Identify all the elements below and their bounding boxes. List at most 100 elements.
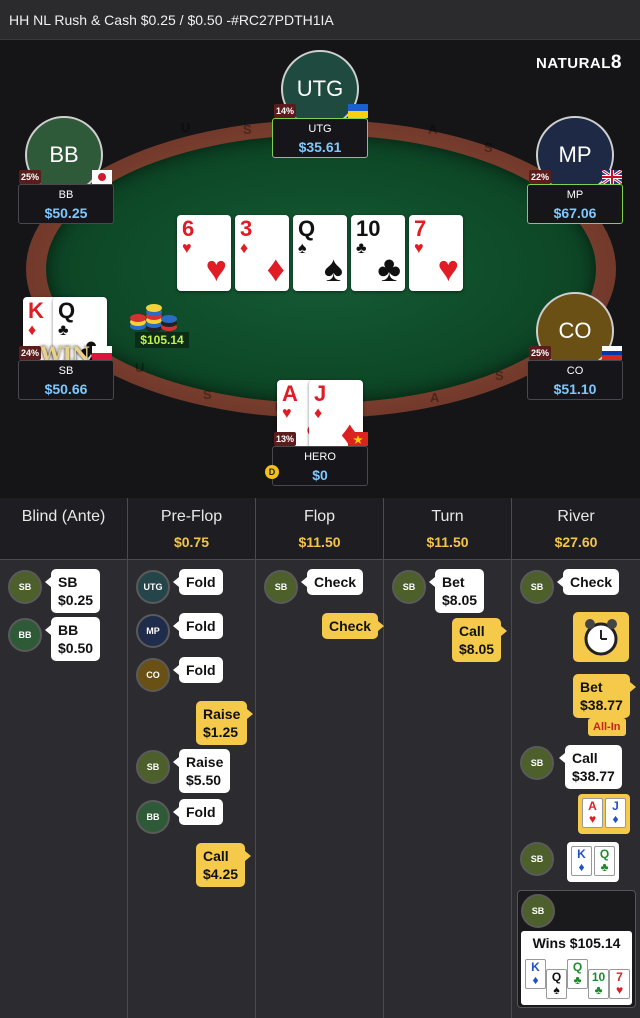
mini-card: 10 ♣ — [588, 969, 609, 999]
action-bubble: BB $0.50 — [45, 617, 101, 661]
seat-chip-bb: BB — [136, 800, 170, 834]
board-card: 7 ♥ ♥ — [409, 215, 463, 291]
seat-name: MP — [566, 189, 584, 201]
action-bubble: Check — [557, 569, 620, 595]
vietnam-flag-icon — [348, 432, 368, 446]
seat-chip-sb: SB — [136, 750, 170, 784]
rail-letter: S — [243, 122, 252, 137]
action-bubble: Fold — [173, 569, 223, 595]
board-card: 6 ♥ ♥ — [177, 215, 231, 291]
action-bubble: Fold — [173, 657, 223, 683]
mini-card: Q ♣ — [594, 846, 615, 876]
time-bank-icon — [573, 612, 629, 662]
seat-stack: $50.66 — [44, 381, 88, 397]
rail-letter: U — [181, 120, 191, 135]
mini-card: A ♥ — [582, 798, 603, 828]
action-bubble: Call $38.77 — [559, 745, 622, 789]
seat-name: CO — [566, 365, 584, 377]
all-in-badge: All-In — [588, 718, 626, 736]
seat-chip-sb: SB — [520, 570, 554, 604]
chip-stack-icon — [130, 304, 177, 332]
seat-plate-hero[interactable]: HERO $0 — [272, 446, 368, 486]
board-card: 3 ♦ ♦ — [235, 215, 289, 291]
seat-percent: 13% — [274, 432, 296, 446]
hero-action-bubble: Raise $1.25 — [196, 701, 254, 745]
mini-card: K ♦ — [525, 959, 546, 989]
seat-stack: $0 — [312, 467, 328, 483]
seat-chip-sb: SB — [520, 746, 554, 780]
seat-chip-sb: SB — [392, 570, 426, 604]
seat-percent: 22% — [529, 170, 551, 184]
rail-letter: S — [495, 368, 504, 383]
board-card: Q ♠ ♠ — [293, 215, 347, 291]
hero-action-bubble: Call $4.25 — [196, 843, 252, 887]
mini-card: Q ♠ — [546, 969, 567, 999]
rail-letter: S — [203, 387, 212, 402]
rail-letter: S — [484, 140, 493, 155]
russia-flag-icon — [602, 346, 622, 360]
seat-chip-sb: SB — [520, 842, 554, 876]
street-header-river: River $27.60 — [512, 498, 640, 560]
poland-flag-icon — [92, 346, 112, 360]
seat-chip-bb: BB — [8, 618, 42, 652]
street-header-flop: Flop $11.50 — [256, 498, 384, 560]
mini-card: 7 ♥ — [609, 969, 630, 999]
seat-percent: 24% — [19, 346, 41, 360]
seat-plate-bb[interactable]: BB $50.25 — [18, 184, 114, 224]
seat-stack: $67.06 — [553, 205, 597, 221]
seat-chip-utg: UTG — [136, 570, 170, 604]
dealer-button-icon: D — [265, 465, 279, 479]
seat-chip-sb: SB — [8, 570, 42, 604]
action-bubble: Check — [301, 569, 364, 595]
seat-percent: 25% — [19, 170, 41, 184]
japan-flag-icon — [92, 170, 112, 184]
hero-action-bubble: Call $8.05 — [452, 618, 508, 662]
sb-shown-cards: K ♦ Q ♣ — [567, 842, 619, 882]
hero-action-bubble: Bet $38.77 — [573, 674, 636, 718]
pot-amount: $105.14 — [135, 332, 189, 348]
action-bubble: Bet $8.05 — [429, 569, 485, 613]
seat-chip-sb: SB — [264, 570, 298, 604]
title-bar: HH NL Rush & Cash $0.25 / $0.50 -#RC27PD… — [0, 0, 640, 40]
action-bubble: SB $0.25 — [45, 569, 101, 613]
seat-chip-sb: SB — [521, 894, 555, 928]
seat-stack: $51.10 — [553, 381, 597, 397]
wins-amount: Wins $105.14 — [532, 935, 621, 951]
hero-shown-cards: A ♥ J ♦ — [578, 794, 630, 834]
uk-flag-icon — [602, 170, 622, 184]
seat-name: HERO — [304, 451, 336, 463]
seat-plate-mp[interactable]: MP $67.06 — [527, 184, 623, 224]
street-header-blind: Blind (Ante) — [0, 498, 128, 560]
seat-chip-mp: MP — [136, 614, 170, 648]
seat-name: SB — [58, 365, 74, 377]
seat-plate-sb[interactable]: SB $50.66 — [18, 360, 114, 400]
action-bubble: Fold — [173, 799, 223, 825]
action-bubble: Raise $5.50 — [173, 749, 231, 793]
seat-name: UTG — [308, 123, 332, 135]
mini-card: J ♦ — [605, 798, 626, 828]
brand-logo: NATURAL8 — [536, 52, 622, 73]
seat-percent: 25% — [529, 346, 551, 360]
seat-stack: $35.61 — [298, 139, 342, 155]
window-title: HH NL Rush & Cash $0.25 / $0.50 -#RC27PD… — [9, 12, 334, 28]
hero-action-bubble: Check — [322, 613, 385, 639]
rail-letter: A — [430, 390, 440, 405]
seat-percent: 14% — [274, 104, 296, 118]
ukraine-flag-icon — [348, 104, 368, 118]
seat-chip-co: CO — [136, 658, 170, 692]
seat-stack: $50.25 — [44, 205, 88, 221]
rail-letter: U — [135, 360, 145, 375]
mini-card: Q ♣ — [567, 959, 588, 989]
seat-plate-co[interactable]: CO $51.10 — [527, 360, 623, 400]
seat-name: BB — [58, 189, 74, 201]
mini-card: K ♦ — [571, 846, 592, 876]
board-card: 10 ♣ ♣ — [351, 215, 405, 291]
rail-letter: A — [428, 122, 438, 137]
winner-box: SB Wins $105.14 K ♦ Q ♠ Q ♣ 10 ♣ 7 ♥ — [517, 890, 636, 1008]
action-bubble: Fold — [173, 613, 223, 639]
street-header-turn: Turn $11.50 — [384, 498, 512, 560]
seat-plate-utg[interactable]: UTG $35.61 — [272, 118, 368, 158]
street-header-preflop: Pre-Flop $0.75 — [128, 498, 256, 560]
winner-summary: Wins $105.14 K ♦ Q ♠ Q ♣ 10 ♣ 7 ♥ — [521, 931, 632, 1005]
poker-table-area: NATURAL8 U S A S U S A S U 6♥♥ 3♦♦ Q♠♠ 1… — [0, 40, 640, 498]
